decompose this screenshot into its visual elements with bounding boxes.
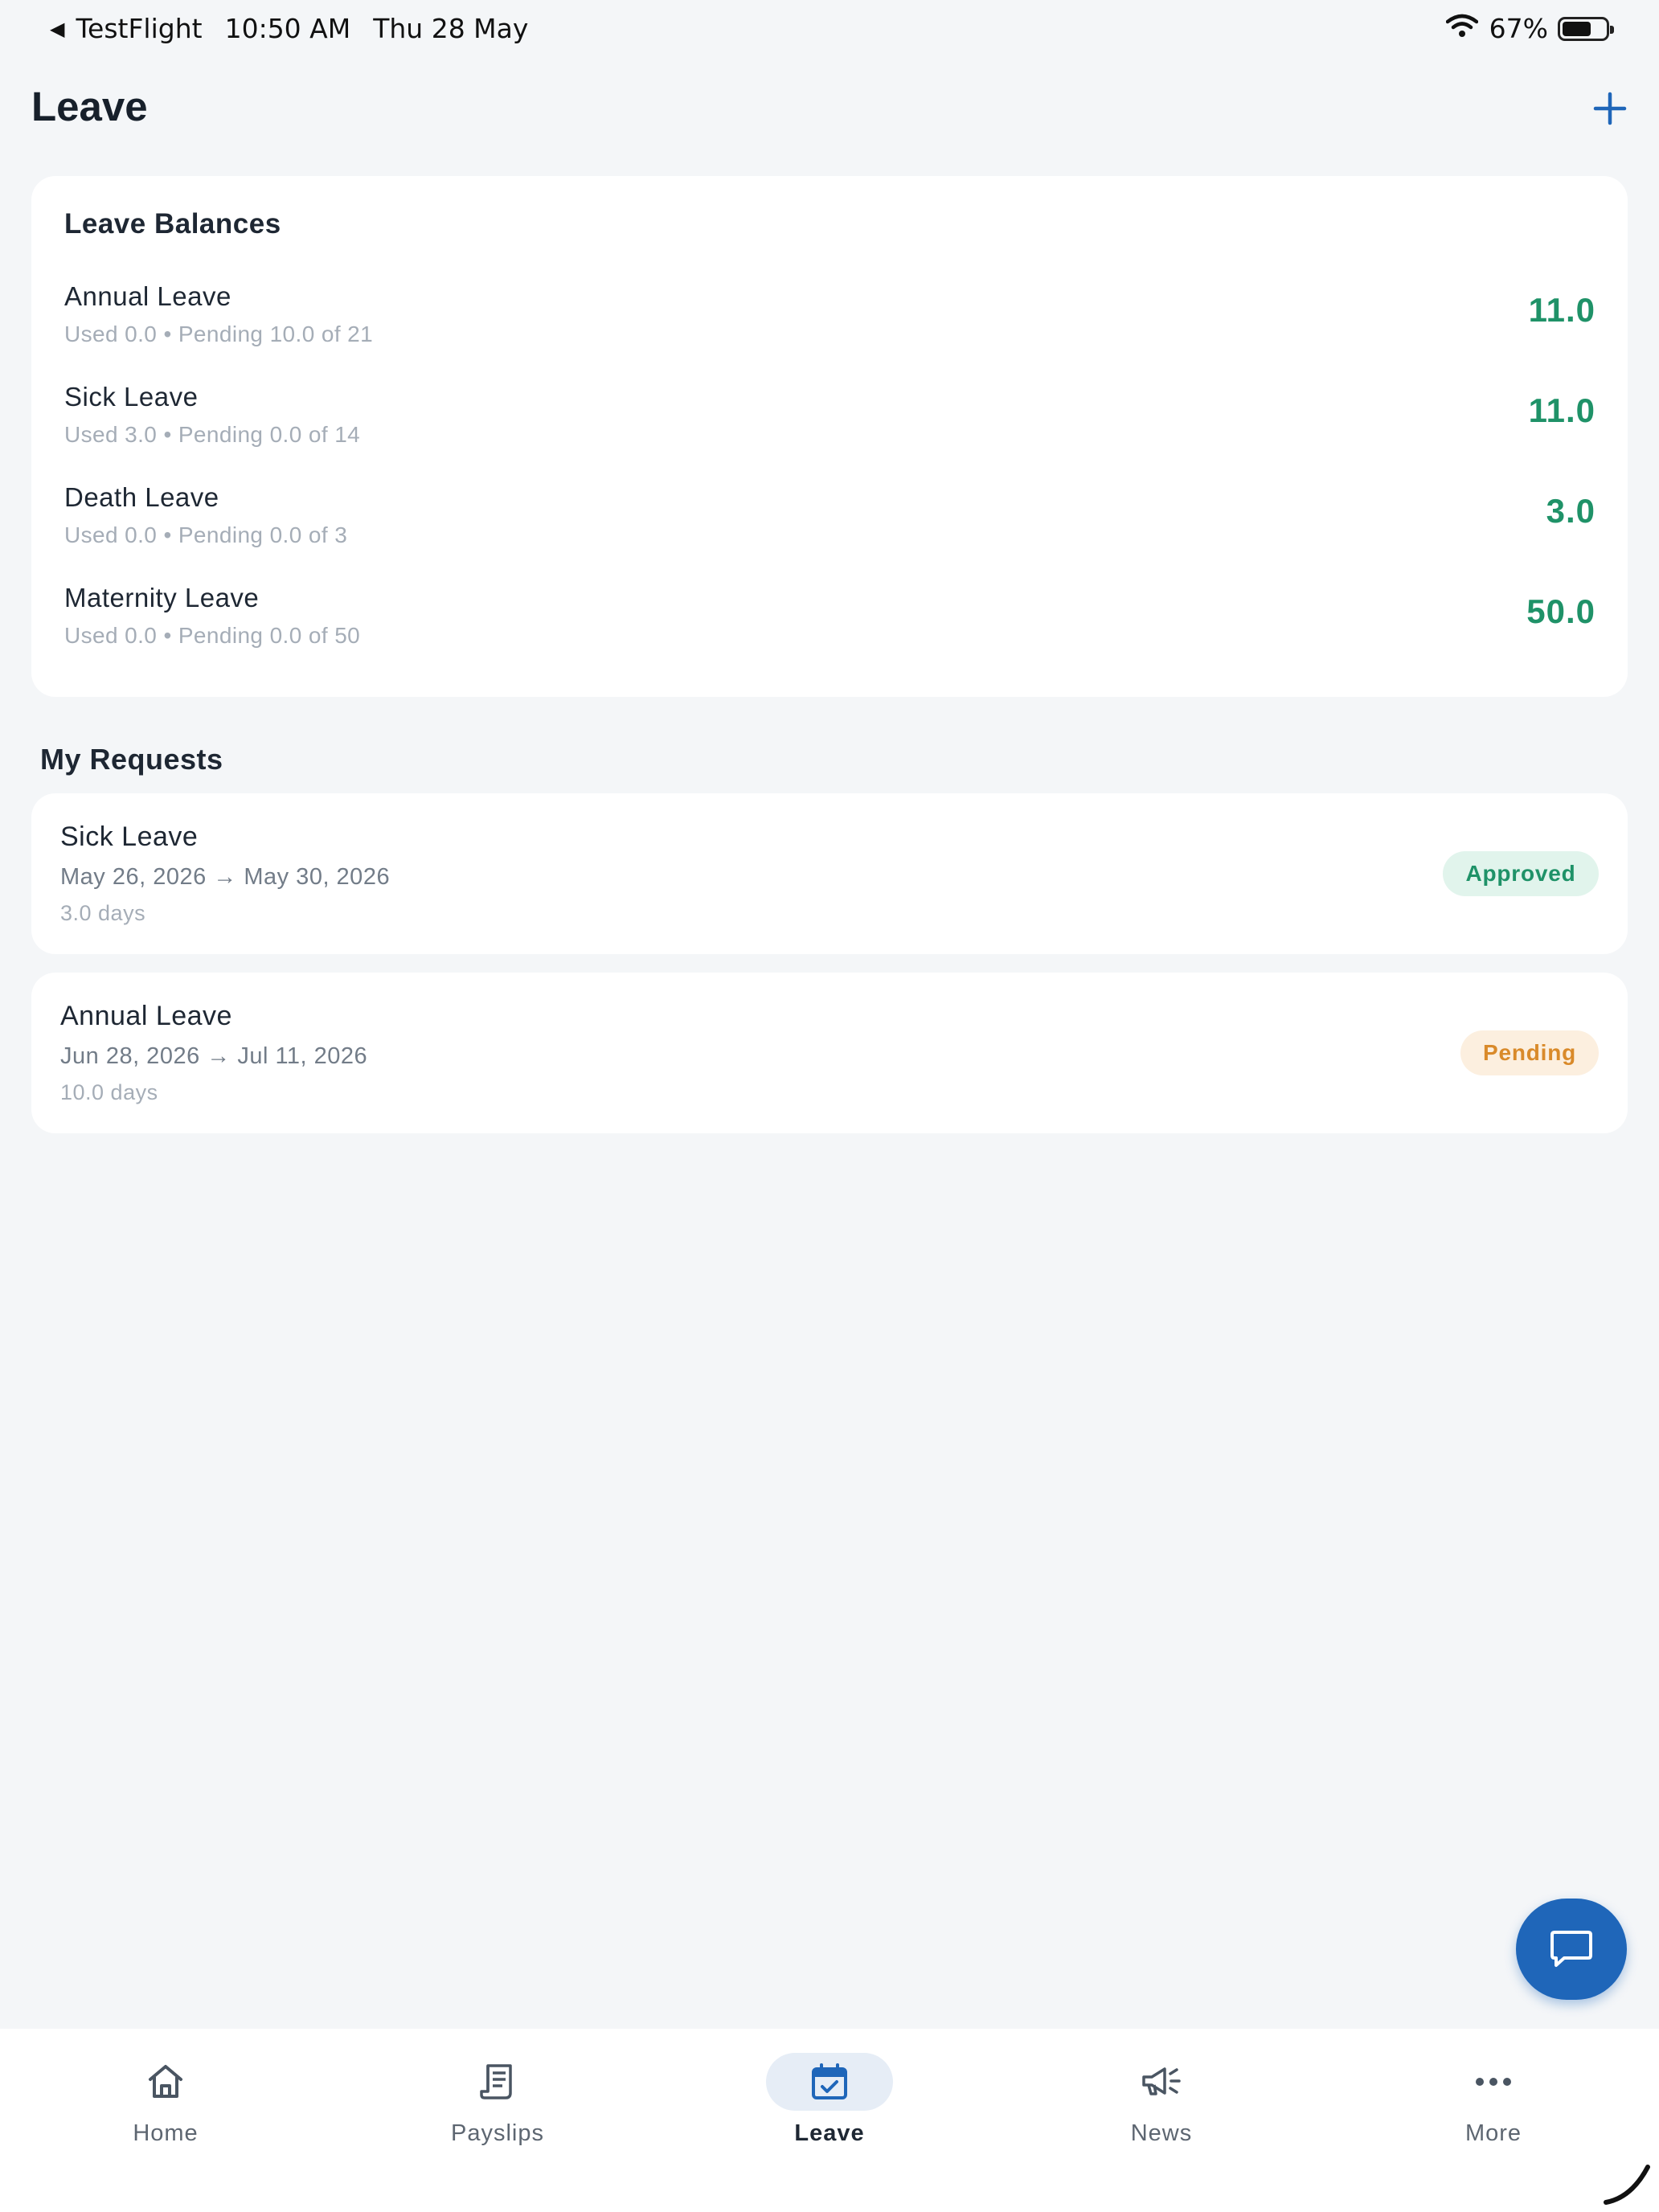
tab-news[interactable]: News	[1073, 2053, 1250, 2165]
add-leave-button[interactable]	[1591, 90, 1628, 127]
request-card-annual[interactable]: Annual Leave Jun 28, 2026 → Jul 11, 2026…	[31, 973, 1628, 1133]
tab-leave[interactable]: Leave	[741, 2053, 918, 2165]
home-indicator	[1603, 2162, 1651, 2206]
request-dates: May 26, 2026 → May 30, 2026	[60, 864, 391, 890]
bottom-tab-bar: Home Payslips Leave News More	[0, 2029, 1659, 2212]
status-badge-pending: Pending	[1460, 1030, 1599, 1075]
tab-label: Leave	[794, 2120, 865, 2146]
page-title: Leave	[31, 84, 148, 129]
balance-meta: Used 0.0 • Pending 10.0 of 21	[64, 322, 374, 346]
more-dots-icon	[1476, 2078, 1511, 2086]
tab-label: News	[1130, 2120, 1193, 2146]
chat-fab-button[interactable]	[1516, 1899, 1627, 2000]
chat-icon	[1550, 1931, 1592, 1967]
battery-icon	[1558, 16, 1614, 41]
tab-label: More	[1464, 2120, 1522, 2146]
tab-home[interactable]: Home	[77, 2053, 254, 2165]
request-days: 3.0 days	[60, 901, 146, 925]
status-bar: ◀ TestFlight 10:50 AM Thu 28 May 67%	[0, 0, 1659, 59]
status-date: Thu 28 May	[373, 13, 529, 44]
request-days: 10.0 days	[60, 1080, 158, 1104]
balance-value: 50.0	[1526, 592, 1596, 630]
balance-meta: Used 0.0 • Pending 0.0 of 3	[64, 522, 348, 547]
balance-meta: Used 3.0 • Pending 0.0 of 14	[64, 422, 361, 447]
megaphone-icon	[1142, 2067, 1181, 2095]
balance-meta: Used 0.0 • Pending 0.0 of 50	[64, 623, 361, 648]
leave-balances-card: Leave Balances Annual Leave Used 0.0 • P…	[31, 176, 1628, 697]
balance-value: 11.0	[1528, 391, 1596, 429]
status-right: 67%	[1445, 13, 1614, 44]
balance-row-death: Death Leave Used 0.0 • Pending 0.0 of 3 …	[64, 482, 1596, 563]
receipt-icon	[480, 2064, 512, 2099]
status-left: ◀ TestFlight 10:50 AM Thu 28 May	[50, 13, 528, 44]
balance-name: Maternity Leave	[64, 583, 260, 612]
balance-name: Death Leave	[64, 482, 219, 512]
balance-value: 3.0	[1546, 492, 1596, 530]
tab-payslips[interactable]: Payslips	[409, 2053, 586, 2165]
tab-label: Home	[133, 2120, 199, 2146]
tab-label: Payslips	[451, 2120, 544, 2146]
request-type: Sick Leave	[60, 821, 199, 852]
back-arrow-icon[interactable]: ◀	[50, 18, 64, 40]
balance-value: 11.0	[1528, 291, 1596, 329]
tab-icon-wrap	[1430, 2053, 1557, 2111]
balance-name: Annual Leave	[64, 281, 231, 311]
tab-icon-wrap	[102, 2053, 229, 2111]
request-card-sick[interactable]: Sick Leave May 26, 2026 → May 30, 2026 3…	[31, 793, 1628, 954]
balance-row-maternity: Maternity Leave Used 0.0 • Pending 0.0 o…	[64, 583, 1596, 663]
tab-icon-wrap	[1098, 2053, 1225, 2111]
status-badge-approved: Approved	[1443, 851, 1599, 896]
home-icon	[149, 2065, 182, 2098]
tab-icon-wrap	[434, 2053, 561, 2111]
request-type: Annual Leave	[60, 1001, 232, 1031]
section-title-my-requests: My Requests	[40, 743, 223, 776]
request-dates: Jun 28, 2026 → Jul 11, 2026	[60, 1043, 368, 1069]
card-title: Leave Balances	[64, 208, 281, 240]
tab-more[interactable]: More	[1405, 2053, 1582, 2165]
battery-percent: 67%	[1489, 13, 1548, 44]
back-app-label[interactable]: TestFlight	[76, 13, 202, 44]
calendar-check-icon	[812, 2063, 847, 2099]
balance-row-annual: Annual Leave Used 0.0 • Pending 10.0 of …	[64, 281, 1596, 362]
wifi-icon	[1445, 13, 1478, 44]
balance-name: Sick Leave	[64, 382, 199, 412]
plus-icon	[1593, 92, 1627, 125]
balance-row-sick: Sick Leave Used 3.0 • Pending 0.0 of 14 …	[64, 382, 1596, 462]
tab-icon-wrap	[766, 2053, 893, 2111]
status-time: 10:50 AM	[224, 13, 351, 44]
